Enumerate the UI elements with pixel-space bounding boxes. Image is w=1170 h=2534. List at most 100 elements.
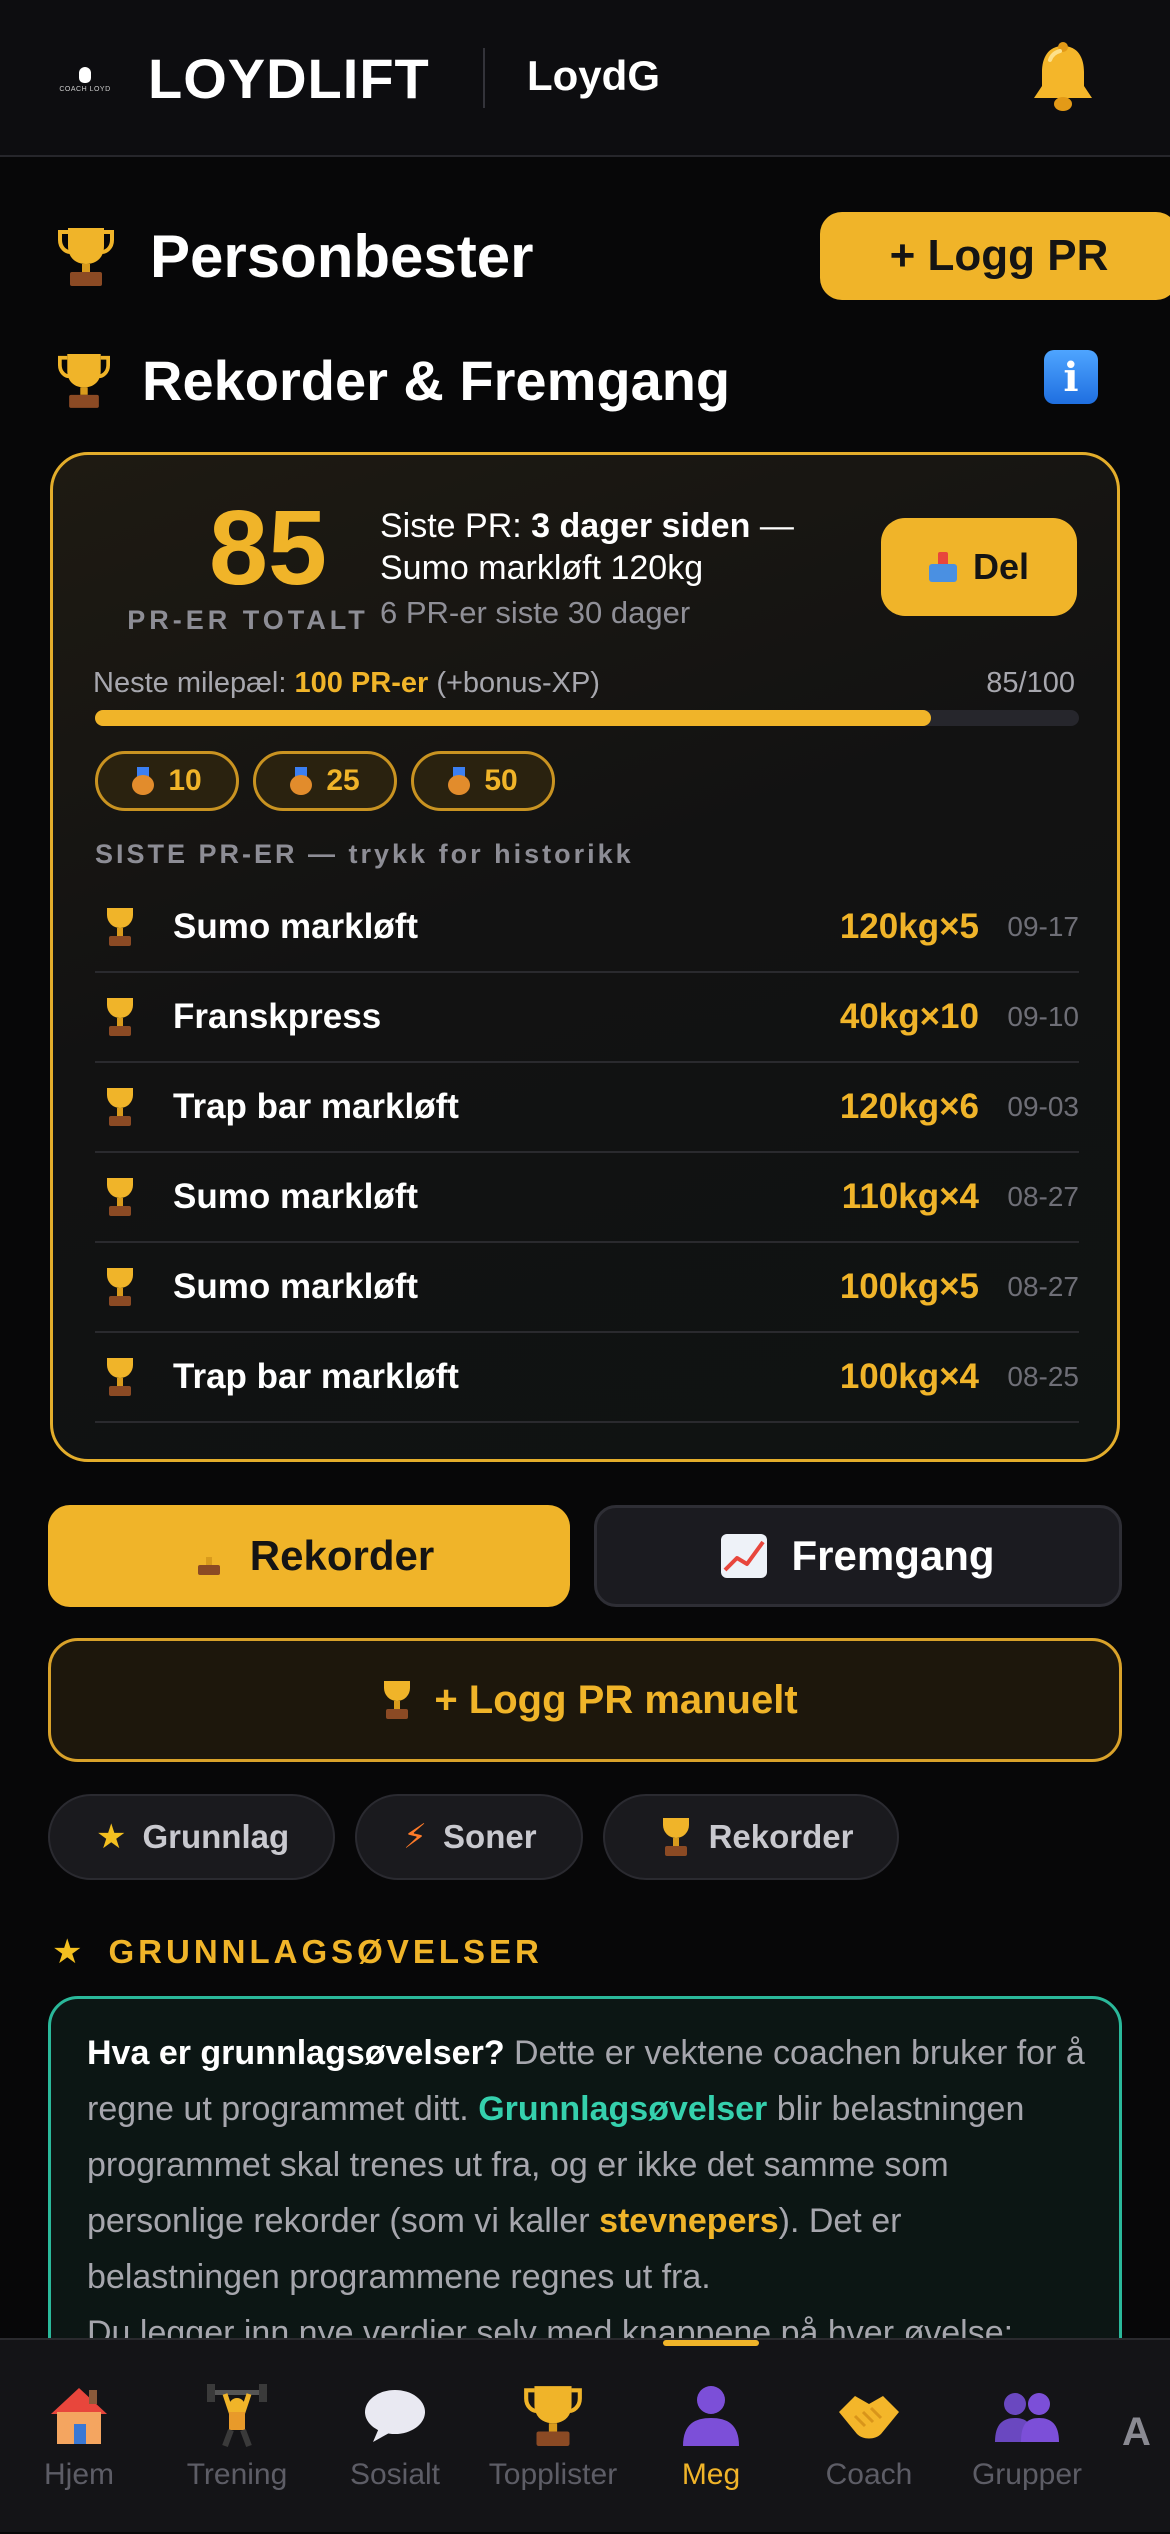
chip-label: Rekorder [708,1818,854,1855]
grunnlag-heading: ★ GRUNNLAGSØVELSER [52,1932,543,1972]
list-item[interactable]: Franskpress 40kg×10 09-10 [95,973,1079,1063]
recent-pr-list: Sumo markløft 120kg×5 09-17 Franskpress … [95,883,1079,1423]
nav-label: Sosialt [349,2458,441,2491]
house-icon [51,2388,107,2444]
chip-grunnlag[interactable]: ★ Grunnlag [48,1794,336,1880]
nav-item-topplister[interactable]: Topplister [474,2340,632,2534]
pr-exercise: Sumo markløft [173,1267,419,1306]
tab-records[interactable]: Rekorder [48,1505,570,1607]
milestone-suffix: (+bonus-XP) [428,667,600,699]
pr-value: 120kg×6 [839,1087,979,1126]
chip-label: Grunnlag [142,1818,290,1855]
trophy-icon [58,354,110,408]
info-icon[interactable]: i [1044,350,1098,404]
pr-value: 100kg×4 [839,1357,979,1396]
coach-logo[interactable]: COACH LOYD [58,60,112,100]
star-icon: ★ [52,1933,87,1971]
top-bar: COACH LOYD LOYDLIFT LoydG [0,0,1170,157]
tab-progress[interactable]: Fremgang [594,1505,1122,1607]
list-item[interactable]: Trap bar markløft 100kg×4 08-25 [95,1333,1079,1423]
brand-name[interactable]: LOYDLIFT [148,46,430,111]
chip-rekorder[interactable]: Rekorder [602,1794,900,1880]
pr-total-label: PR-ER TOTALT [127,605,369,635]
share-label: Del [972,546,1030,587]
log-pr-button[interactable]: + Logg PR [820,212,1170,300]
pr-date: 09-03 [1007,1091,1079,1122]
nav-item-meg[interactable]: Meg [632,2340,790,2534]
nav-item-trening[interactable]: Trening [158,2340,316,2534]
bell-icon[interactable] [1028,40,1098,116]
list-item[interactable]: Sumo markløft 100kg×5 08-27 [95,1243,1079,1333]
nav-label: Grupper [971,2458,1083,2491]
milestone-text: Neste milepæl: 100 PR-er (+bonus-XP) [93,667,600,700]
recent-prs-title: SISTE PR-ER — trykk for historikk [95,839,634,869]
page-title: Personbester [150,223,534,290]
username[interactable]: LoydG [527,52,660,100]
grunnlag-info-card: Hva er grunnlagsøvelser? Dette er vekten… [48,1996,1122,2396]
list-item[interactable]: Sumo markløft 110kg×4 08-27 [95,1153,1079,1243]
list-item[interactable]: Trap bar markløft 120kg×6 09-03 [95,1063,1079,1153]
share-icon [928,552,957,582]
accessibility-toggle[interactable]: A [1122,2410,1151,2455]
badge-label: 25 [326,764,360,797]
milestone-progress-bar [95,710,1079,726]
milestone-progress-fill [95,710,932,726]
last-30-days: 6 PR-er siste 30 dager [380,595,691,630]
pr-value: 100kg×5 [839,1267,979,1306]
section-title: Rekorder & Fremgang [142,349,731,412]
last-pr-time: 3 dager siden [531,507,751,545]
trophy-icon [524,2386,582,2446]
pr-date: 09-17 [1007,911,1079,942]
trophy-icon [103,1268,137,1306]
badge-25[interactable]: 25 [253,751,397,811]
chip-soner[interactable]: ⚡ Soner [355,1794,583,1880]
active-indicator [663,2340,759,2346]
medal-icon [448,767,471,795]
trophy-icon [192,1537,226,1575]
log-pr-manual-button[interactable]: + Logg PR manuelt [48,1638,1122,1762]
badge-50[interactable]: 50 [411,751,555,811]
bottom-navigation: Hjem Trening Sosialt Topplister Meg Coac… [0,2338,1170,2532]
pr-date: 08-27 [1007,1271,1079,1302]
share-button[interactable]: Del [881,518,1077,616]
nav-item-sosialt[interactable]: Sosialt [316,2340,474,2534]
nav-label: Coach [825,2458,913,2491]
trophy-icon [103,1088,137,1126]
last-pr-text: Siste PR: 3 dager siden — Sumo markløft … [380,505,860,589]
nav-label: Trening [186,2458,288,2491]
milestone-target: 100 PR-er [294,667,429,699]
pr-exercise: Sumo markløft [173,1177,419,1216]
pr-value: 40kg×10 [839,997,979,1036]
star-icon: ★ [96,1818,127,1856]
tab-records-label: Rekorder [249,1532,435,1579]
last-pr-prefix: Siste PR: [380,507,532,545]
pr-exercise: Franskpress [173,997,382,1036]
bolt-icon: ⚡ [403,1818,428,1856]
grunnlag-explanation: Hva er grunnlagsøvelser? Dette er vekten… [87,2025,1087,2361]
pr-date: 08-25 [1007,1361,1079,1392]
chip-label: Soner [443,1818,537,1855]
nav-item-hjem[interactable]: Hjem [0,2340,158,2534]
pr-date: 08-27 [1007,1181,1079,1212]
trophy-icon [380,1681,414,1719]
pr-value: 120kg×5 [839,907,979,946]
grunnlag-question: Hva er grunnlagsøvelser? [87,2034,505,2072]
trophy-icon [58,228,114,286]
handshake-icon [839,2396,899,2439]
badge-label: 50 [484,764,518,797]
filter-chips: ★ Grunnlag ⚡ Soner Rekorder [48,1794,900,1880]
trophy-icon [103,908,137,946]
nav-item-grupper[interactable]: Grupper [948,2340,1106,2534]
milestone-prefix: Neste milepæl: [93,667,295,699]
nav-item-coach[interactable]: Coach [790,2340,948,2534]
pr-exercise: Trap bar markløft [173,1087,459,1126]
list-item[interactable]: Sumo markløft 120kg×5 09-17 [95,883,1079,973]
pr-exercise: Sumo markløft [173,907,419,946]
stevnepers-highlight: stevnepers [599,2202,779,2240]
badge-10[interactable]: 10 [95,751,239,811]
badge-label: 10 [168,764,202,797]
group-icon [995,2393,1059,2442]
grunnlag-title: GRUNNLAGSØVELSER [108,1933,543,1970]
milestone-count: 85/100 [986,667,1075,699]
person-icon [683,2386,739,2446]
